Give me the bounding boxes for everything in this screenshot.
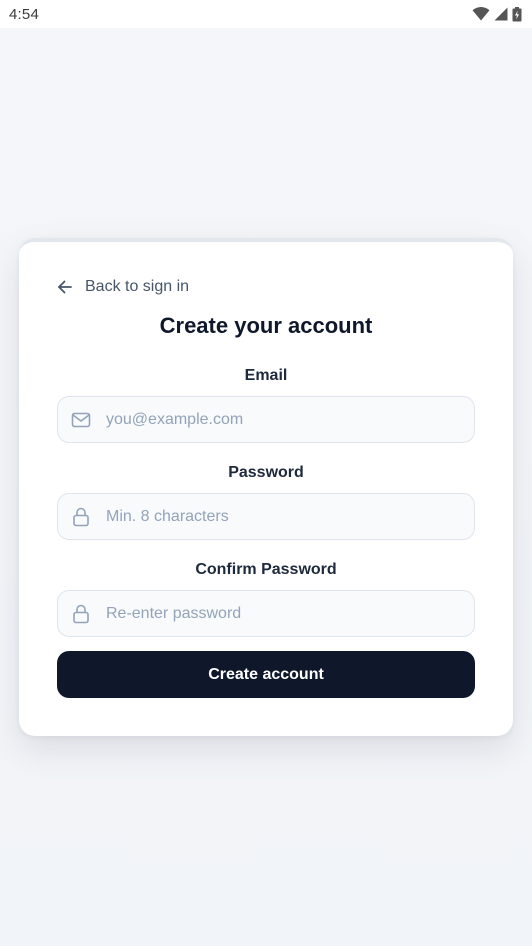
create-account-button[interactable]: Create account bbox=[57, 651, 475, 698]
confirm-password-field[interactable] bbox=[57, 590, 475, 637]
status-time: 4:54 bbox=[9, 5, 39, 23]
lock-icon bbox=[71, 507, 91, 527]
status-icons bbox=[472, 6, 522, 22]
wifi-icon bbox=[472, 7, 490, 21]
signup-card: Back to sign in Create your account Emai… bbox=[19, 238, 513, 736]
battery-icon bbox=[512, 6, 522, 22]
email-label: Email bbox=[244, 367, 288, 384]
confirm-password-input[interactable] bbox=[106, 604, 466, 623]
password-label: Password bbox=[228, 464, 304, 481]
password-input[interactable] bbox=[106, 507, 466, 526]
signal-icon bbox=[494, 7, 508, 21]
arrow-left-icon bbox=[57, 279, 73, 295]
confirm-password-label: Confirm Password bbox=[195, 561, 337, 578]
lock-icon bbox=[71, 604, 91, 624]
screen-background: Back to sign in Create your account Emai… bbox=[0, 28, 532, 946]
email-input[interactable] bbox=[106, 410, 466, 429]
status-bar: 4:54 bbox=[0, 0, 532, 28]
password-field[interactable] bbox=[57, 493, 475, 540]
page-title: Create your account bbox=[159, 313, 373, 338]
back-link-label: Back to sign in bbox=[85, 278, 190, 295]
back-to-sign-in-link[interactable]: Back to sign in bbox=[57, 278, 189, 296]
email-field[interactable] bbox=[57, 396, 475, 443]
mail-icon bbox=[71, 410, 91, 430]
